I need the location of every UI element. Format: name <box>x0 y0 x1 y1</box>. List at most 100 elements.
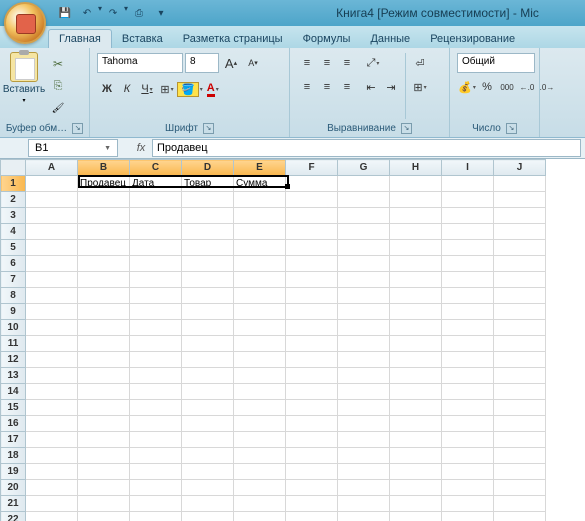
cell-I7[interactable] <box>442 272 494 288</box>
cell-J5[interactable] <box>494 240 546 256</box>
cell-E2[interactable] <box>234 192 286 208</box>
cell-B9[interactable] <box>78 304 130 320</box>
cell-E5[interactable] <box>234 240 286 256</box>
cell-I5[interactable] <box>442 240 494 256</box>
cell-J14[interactable] <box>494 384 546 400</box>
cell-E15[interactable] <box>234 400 286 416</box>
cell-G4[interactable] <box>338 224 390 240</box>
cell-B11[interactable] <box>78 336 130 352</box>
cell-G22[interactable] <box>338 512 390 521</box>
cell-H15[interactable] <box>390 400 442 416</box>
col-header-G[interactable]: G <box>338 160 390 176</box>
cell-G13[interactable] <box>338 368 390 384</box>
row-header-20[interactable]: 20 <box>1 480 26 496</box>
print-icon[interactable]: ⎙ <box>130 4 148 22</box>
align-right-button[interactable]: ≡ <box>337 77 357 97</box>
borders-button[interactable]: ⊞ <box>157 79 177 99</box>
cell-C16[interactable] <box>130 416 182 432</box>
cell-C15[interactable] <box>130 400 182 416</box>
row-header-15[interactable]: 15 <box>1 400 26 416</box>
row-header-21[interactable]: 21 <box>1 496 26 512</box>
cell-E4[interactable] <box>234 224 286 240</box>
row-header-17[interactable]: 17 <box>1 432 26 448</box>
wrap-text-button[interactable]: ⏎ <box>410 53 430 73</box>
cell-H9[interactable] <box>390 304 442 320</box>
cell-F19[interactable] <box>286 464 338 480</box>
row-header-13[interactable]: 13 <box>1 368 26 384</box>
cell-C5[interactable] <box>130 240 182 256</box>
cell-A12[interactable] <box>26 352 78 368</box>
cell-F18[interactable] <box>286 448 338 464</box>
cell-H11[interactable] <box>390 336 442 352</box>
cell-E16[interactable] <box>234 416 286 432</box>
cell-J1[interactable] <box>494 176 546 192</box>
undo-icon[interactable]: ↶ <box>78 4 96 22</box>
cell-I13[interactable] <box>442 368 494 384</box>
cell-A22[interactable] <box>26 512 78 521</box>
align-center-button[interactable]: ≡ <box>317 77 337 97</box>
cell-B5[interactable] <box>78 240 130 256</box>
cell-J21[interactable] <box>494 496 546 512</box>
cell-A13[interactable] <box>26 368 78 384</box>
cell-J10[interactable] <box>494 320 546 336</box>
cell-C22[interactable] <box>130 512 182 521</box>
increase-indent-button[interactable]: ⇥ <box>381 77 401 97</box>
cell-H6[interactable] <box>390 256 442 272</box>
cut-button[interactable] <box>47 54 69 74</box>
col-header-C[interactable]: C <box>130 160 182 176</box>
cell-C11[interactable] <box>130 336 182 352</box>
cell-F6[interactable] <box>286 256 338 272</box>
cell-H7[interactable] <box>390 272 442 288</box>
cell-B4[interactable] <box>78 224 130 240</box>
cell-D20[interactable] <box>182 480 234 496</box>
cell-I16[interactable] <box>442 416 494 432</box>
row-header-12[interactable]: 12 <box>1 352 26 368</box>
cell-F10[interactable] <box>286 320 338 336</box>
cell-G20[interactable] <box>338 480 390 496</box>
cell-D21[interactable] <box>182 496 234 512</box>
cell-H22[interactable] <box>390 512 442 521</box>
cell-C14[interactable] <box>130 384 182 400</box>
cell-J17[interactable] <box>494 432 546 448</box>
cell-H8[interactable] <box>390 288 442 304</box>
cell-J3[interactable] <box>494 208 546 224</box>
underline-button[interactable]: Ч <box>137 79 157 99</box>
bold-button[interactable]: Ж <box>97 79 117 99</box>
cell-J4[interactable] <box>494 224 546 240</box>
row-header-16[interactable]: 16 <box>1 416 26 432</box>
cell-D19[interactable] <box>182 464 234 480</box>
cell-C1[interactable]: Дата <box>130 176 182 192</box>
cell-G8[interactable] <box>338 288 390 304</box>
cell-D3[interactable] <box>182 208 234 224</box>
tab-insert[interactable]: Вставка <box>112 30 173 48</box>
cell-J7[interactable] <box>494 272 546 288</box>
cell-A20[interactable] <box>26 480 78 496</box>
cell-H13[interactable] <box>390 368 442 384</box>
cell-J20[interactable] <box>494 480 546 496</box>
cell-I3[interactable] <box>442 208 494 224</box>
worksheet-grid[interactable]: ABCDEFGHIJ1ПродавецДатаТоварСумма2345678… <box>0 159 585 521</box>
cell-B13[interactable] <box>78 368 130 384</box>
cell-J8[interactable] <box>494 288 546 304</box>
merge-button[interactable]: ⊞ <box>410 77 430 97</box>
cell-I10[interactable] <box>442 320 494 336</box>
row-header-9[interactable]: 9 <box>1 304 26 320</box>
row-header-22[interactable]: 22 <box>1 512 26 521</box>
cell-C20[interactable] <box>130 480 182 496</box>
cell-J18[interactable] <box>494 448 546 464</box>
cell-J22[interactable] <box>494 512 546 521</box>
copy-button[interactable] <box>47 76 69 96</box>
cell-F2[interactable] <box>286 192 338 208</box>
col-header-B[interactable]: B <box>78 160 130 176</box>
cell-I19[interactable] <box>442 464 494 480</box>
cell-C9[interactable] <box>130 304 182 320</box>
cell-H5[interactable] <box>390 240 442 256</box>
cell-H17[interactable] <box>390 432 442 448</box>
align-top-button[interactable]: ≡ <box>297 53 317 73</box>
cell-G16[interactable] <box>338 416 390 432</box>
cell-B21[interactable] <box>78 496 130 512</box>
qat-customize-icon[interactable]: ▾ <box>152 4 170 22</box>
cell-E10[interactable] <box>234 320 286 336</box>
cell-G11[interactable] <box>338 336 390 352</box>
cell-H18[interactable] <box>390 448 442 464</box>
